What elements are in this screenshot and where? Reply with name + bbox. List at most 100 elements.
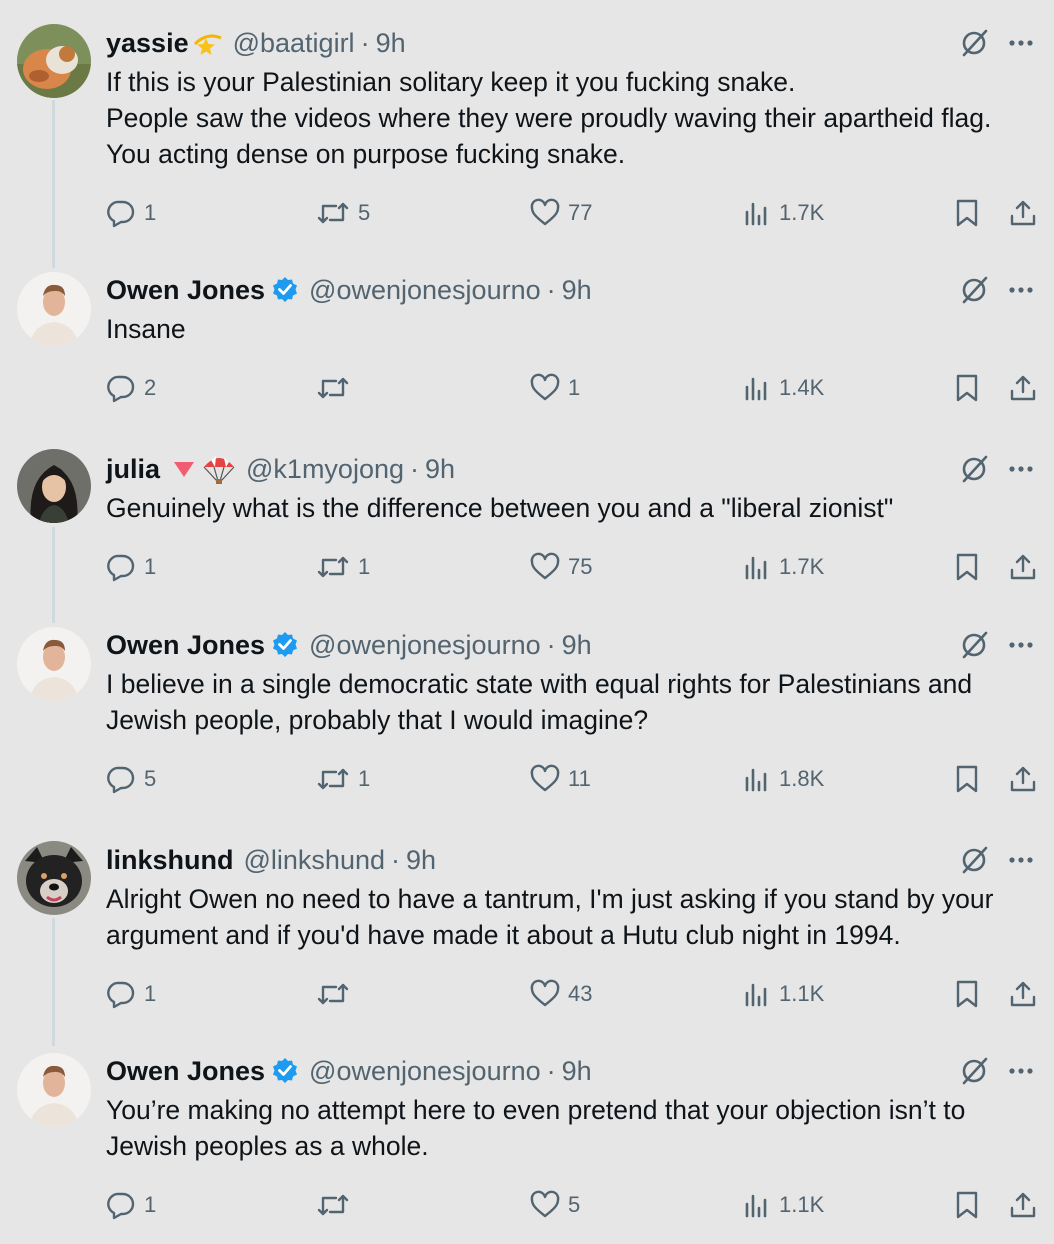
tweet[interactable]: Owen Jones @owenjonesjourno · 9h I belie… — [0, 610, 1054, 822]
share-button[interactable] — [1008, 1187, 1038, 1223]
repost-button[interactable] — [316, 370, 358, 406]
reply-icon — [107, 554, 135, 582]
like-button[interactable]: 5 — [530, 1187, 580, 1223]
grok-icon[interactable] — [958, 27, 990, 59]
tweet[interactable]: Owen Jones @owenjonesjourno · 9h Insane … — [0, 255, 1054, 430]
reply-button[interactable]: 1 — [106, 1187, 156, 1223]
tweet-text-line: I believe in a single democratic state w… — [106, 669, 973, 699]
reply-button[interactable]: 1 — [106, 195, 156, 231]
repost-button[interactable] — [316, 976, 358, 1012]
separator: · — [546, 274, 556, 305]
views-button[interactable]: 1.8K — [743, 761, 824, 797]
tweet-text-line: If this is your Palestinian solitary kee… — [106, 67, 796, 97]
like-count: 75 — [568, 554, 593, 579]
avatar[interactable] — [17, 449, 91, 523]
grok-icon[interactable] — [958, 274, 990, 306]
share-button[interactable] — [1008, 761, 1038, 797]
reply-button[interactable]: 1 — [106, 976, 156, 1012]
handle[interactable]: @owenjonesjourno — [309, 1056, 541, 1087]
like-button[interactable]: 77 — [530, 195, 592, 231]
heart-icon — [530, 198, 560, 226]
avatar[interactable] — [17, 1053, 91, 1127]
repost-count: 1 — [358, 766, 371, 791]
grok-icon[interactable] — [958, 453, 990, 485]
tweet[interactable]: Owen Jones @owenjonesjourno · 9h You’re … — [0, 1036, 1054, 1244]
red-triangle-emoji-icon — [172, 458, 196, 480]
tweet[interactable]: yassie @baatigirl · 9h If this is your P… — [0, 0, 1054, 255]
view-count: 1.8K — [779, 766, 825, 791]
views-button[interactable]: 1.4K — [743, 370, 824, 406]
more-icon[interactable] — [1006, 844, 1036, 876]
repost-button[interactable] — [316, 1187, 358, 1223]
share-button[interactable] — [1008, 549, 1038, 585]
more-icon[interactable] — [1006, 1055, 1036, 1087]
timestamp[interactable]: 9h — [562, 1056, 592, 1087]
handle[interactable]: @baatigirl — [233, 28, 355, 59]
repost-icon — [317, 983, 349, 1005]
timestamp[interactable]: 9h — [406, 845, 436, 876]
display-name[interactable]: yassie — [106, 28, 189, 59]
timestamp[interactable]: 9h — [562, 275, 592, 306]
tweet-actions: 2 1 1.4K — [0, 370, 1054, 406]
views-button[interactable]: 1.7K — [743, 195, 824, 231]
like-count: 77 — [568, 200, 593, 225]
share-icon — [1010, 981, 1036, 1007]
handle[interactable]: @owenjonesjourno — [309, 275, 541, 306]
avatar[interactable] — [17, 272, 91, 346]
bookmark-button[interactable] — [953, 976, 981, 1012]
like-count: 5 — [568, 1192, 581, 1217]
bookmark-button[interactable] — [953, 195, 981, 231]
display-name[interactable]: julia — [106, 454, 160, 485]
separator: · — [360, 27, 370, 58]
repost-button[interactable]: 1 — [316, 549, 370, 585]
reply-button[interactable]: 1 — [106, 549, 156, 585]
more-icon[interactable] — [1006, 453, 1036, 485]
bookmark-button[interactable] — [953, 1187, 981, 1223]
display-name[interactable]: linkshund — [106, 845, 234, 876]
timestamp[interactable]: 9h — [562, 630, 592, 661]
more-icon[interactable] — [1006, 629, 1036, 661]
tweet[interactable]: linkshund @linkshund · 9h Alright Owen n… — [0, 822, 1054, 1032]
tweet[interactable]: julia @k1myojong · 9h Genuinely what is … — [0, 430, 1054, 610]
more-icon[interactable] — [1006, 27, 1036, 59]
repost-count: 1 — [358, 554, 371, 579]
grok-icon[interactable] — [958, 629, 990, 661]
share-button[interactable] — [1008, 976, 1038, 1012]
bookmark-button[interactable] — [953, 761, 981, 797]
like-button[interactable]: 1 — [530, 370, 580, 406]
timestamp[interactable]: 9h — [376, 28, 406, 59]
display-name[interactable]: Owen Jones — [106, 1056, 265, 1087]
grok-icon[interactable] — [958, 1055, 990, 1087]
like-button[interactable]: 43 — [530, 976, 592, 1012]
repost-icon — [317, 556, 349, 578]
views-button[interactable]: 1.7K — [743, 549, 824, 585]
reply-button[interactable]: 2 — [106, 370, 156, 406]
like-button[interactable]: 11 — [530, 761, 591, 797]
repost-button[interactable]: 1 — [316, 761, 370, 797]
views-button[interactable]: 1.1K — [743, 976, 824, 1012]
handle[interactable]: @linkshund — [244, 845, 386, 876]
repost-button[interactable]: 5 — [316, 195, 370, 231]
share-button[interactable] — [1008, 195, 1038, 231]
display-name[interactable]: Owen Jones — [106, 630, 265, 661]
avatar[interactable] — [17, 24, 91, 98]
share-button[interactable] — [1008, 370, 1038, 406]
grok-icon[interactable] — [958, 844, 990, 876]
bookmark-button[interactable] — [953, 370, 981, 406]
handle[interactable]: @k1myojong — [246, 454, 404, 485]
timestamp[interactable]: 9h — [425, 454, 455, 485]
handle[interactable]: @owenjonesjourno — [309, 630, 541, 661]
views-icon — [745, 1194, 767, 1218]
avatar[interactable] — [17, 841, 91, 915]
bookmark-button[interactable] — [953, 549, 981, 585]
separator: · — [410, 453, 419, 484]
reply-button[interactable]: 5 — [106, 761, 156, 797]
reply-icon — [107, 1192, 135, 1220]
views-button[interactable]: 1.1K — [743, 1187, 824, 1223]
like-button[interactable]: 75 — [530, 549, 592, 585]
display-name[interactable]: Owen Jones — [106, 275, 265, 306]
like-count: 11 — [568, 766, 591, 791]
more-icon[interactable] — [1006, 274, 1036, 306]
share-icon — [1010, 200, 1036, 226]
avatar[interactable] — [17, 627, 91, 701]
